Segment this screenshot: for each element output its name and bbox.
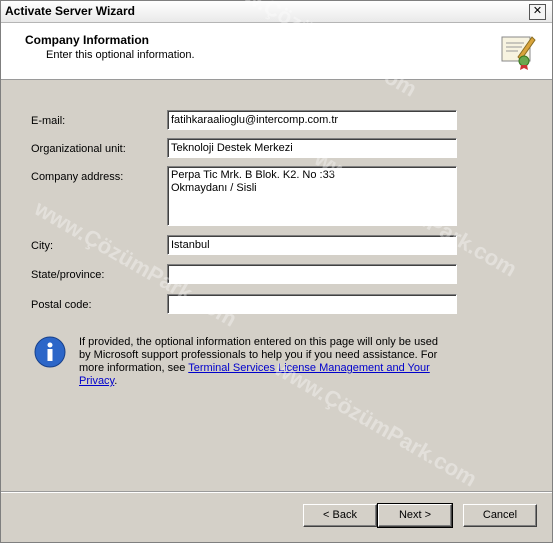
cancel-button[interactable]: Cancel <box>463 504 537 527</box>
email-field[interactable] <box>167 110 457 130</box>
next-button[interactable]: Next > <box>377 503 453 528</box>
close-button[interactable]: ✕ <box>529 4 546 20</box>
org-unit-field[interactable] <box>167 138 457 158</box>
button-separator <box>1 491 552 493</box>
wizard-window: Activate Server Wizard ✕ Company Informa… <box>0 0 553 543</box>
certificate-icon <box>501 36 536 70</box>
company-address-field[interactable]: Perpa Tic Mrk. B Blok. K2. No :33 Okmayd… <box>167 166 457 226</box>
postal-code-label: Postal code: <box>31 299 92 311</box>
privacy-notice-suffix: . <box>114 375 118 387</box>
city-label: City: <box>31 240 53 252</box>
wizard-header: Company Information Enter this optional … <box>1 23 552 80</box>
back-button[interactable]: < Back <box>303 504 377 527</box>
email-label: E-mail: <box>31 115 66 127</box>
page-subtitle: Enter this optional information. <box>46 49 195 61</box>
state-label: State/province: <box>31 269 105 281</box>
city-field[interactable] <box>167 235 457 255</box>
info-icon <box>34 336 66 368</box>
org-unit-label: Organizational unit: <box>31 143 126 155</box>
title-bar: Activate Server Wizard ✕ <box>1 1 552 23</box>
state-field[interactable] <box>167 264 457 284</box>
company-address-label: Company address: <box>31 171 124 183</box>
postal-code-field[interactable] <box>167 294 457 314</box>
privacy-notice: If provided, the optional information en… <box>79 336 451 388</box>
window-title: Activate Server Wizard <box>5 4 135 18</box>
page-title: Company Information <box>25 33 150 47</box>
